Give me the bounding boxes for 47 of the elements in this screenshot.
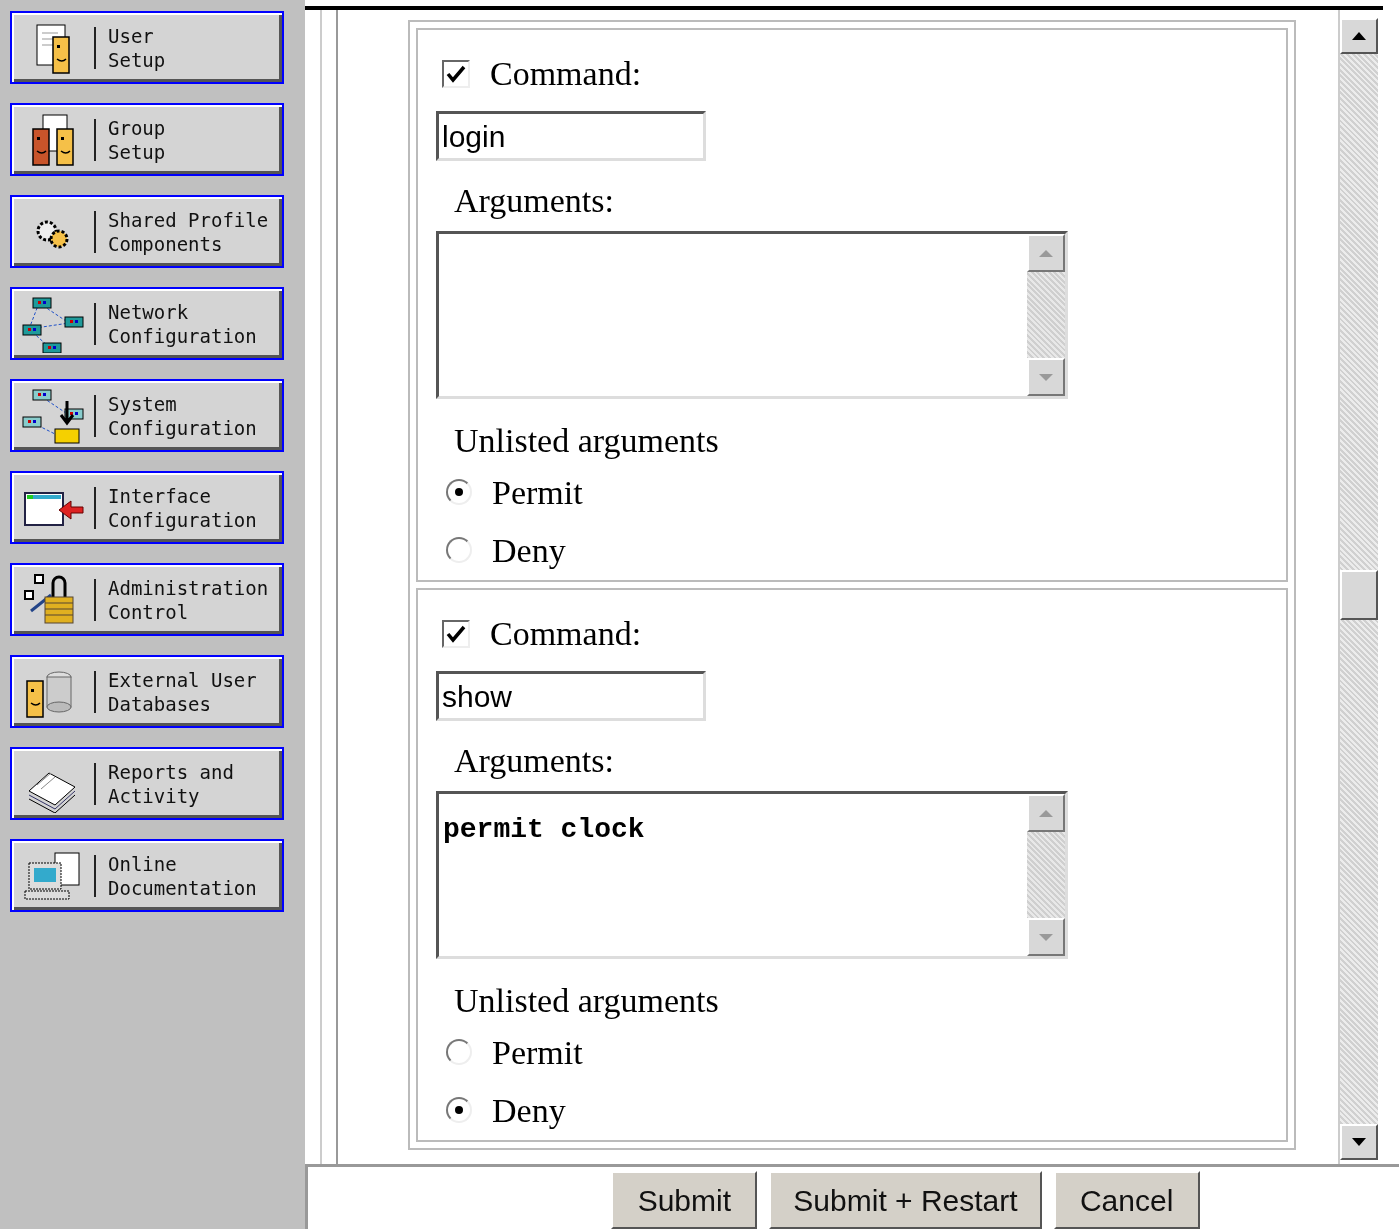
radio-label: Deny: [492, 530, 566, 571]
nav-button[interactable]: Online Documentation: [10, 839, 284, 912]
arguments-label: Arguments:: [453, 741, 614, 777]
nav-button[interactable]: Administration Control: [10, 563, 284, 636]
nav-label: Online Documentation: [108, 851, 257, 900]
form-button[interactable]: Cancel: [1053, 1171, 1200, 1229]
nav-label: System Configuration: [108, 391, 257, 440]
form-button[interactable]: Submit + Restart: [769, 1171, 1042, 1229]
nav-label: User Setup: [108, 23, 166, 72]
radio-button[interactable]: [446, 1039, 472, 1065]
nav-label: Reports and Activity: [108, 759, 234, 808]
radio-label: Permit: [492, 472, 583, 513]
page-scrollbar[interactable]: [1340, 18, 1378, 1160]
command-label: Command:: [490, 54, 642, 94]
radio-label: Permit: [492, 1032, 583, 1073]
command-checkbox[interactable]: [442, 619, 470, 648]
arguments-field[interactable]: [436, 231, 1068, 399]
command-checkbox[interactable]: [442, 59, 470, 88]
nav-button[interactable]: User Setup: [10, 11, 284, 84]
nav-label: External User Databases: [108, 667, 257, 716]
nav-label: Group Setup: [108, 115, 166, 164]
arguments-label: Arguments:: [453, 181, 614, 217]
nav-label: Network Configuration: [108, 299, 257, 348]
nav-button[interactable]: Group Setup: [10, 103, 284, 176]
scroll-down-icon[interactable]: [1340, 1124, 1378, 1160]
arguments-field[interactable]: permit clock: [436, 791, 1068, 959]
nav-button[interactable]: Shared Profile Components: [10, 195, 284, 268]
command-field[interactable]: login: [436, 111, 706, 161]
nav-label: Administration Control: [108, 575, 269, 624]
command-label: Command:: [490, 614, 642, 654]
nav-label: Interface Configuration: [108, 483, 257, 532]
radio-button[interactable]: [446, 1097, 472, 1123]
command-field[interactable]: show: [436, 671, 706, 721]
nav-button[interactable]: Reports and Activity: [10, 747, 284, 820]
nav-button[interactable]: Interface Configuration: [10, 471, 284, 544]
network-icon: [21, 294, 85, 353]
download-network-icon: [21, 386, 85, 445]
scroll-up-icon[interactable]: [1340, 18, 1378, 54]
nav-label: Shared Profile Components: [108, 207, 269, 256]
scroll-thumb[interactable]: [1340, 570, 1378, 620]
radio-button[interactable]: [446, 479, 472, 505]
nav-button[interactable]: System Configuration: [10, 379, 284, 452]
nav-button[interactable]: Network Configuration: [10, 287, 284, 360]
nav-button[interactable]: External User Databases: [10, 655, 284, 728]
radio-label: Deny: [492, 1090, 566, 1131]
form-button[interactable]: Submit: [611, 1171, 758, 1229]
radio-button[interactable]: [446, 537, 472, 563]
